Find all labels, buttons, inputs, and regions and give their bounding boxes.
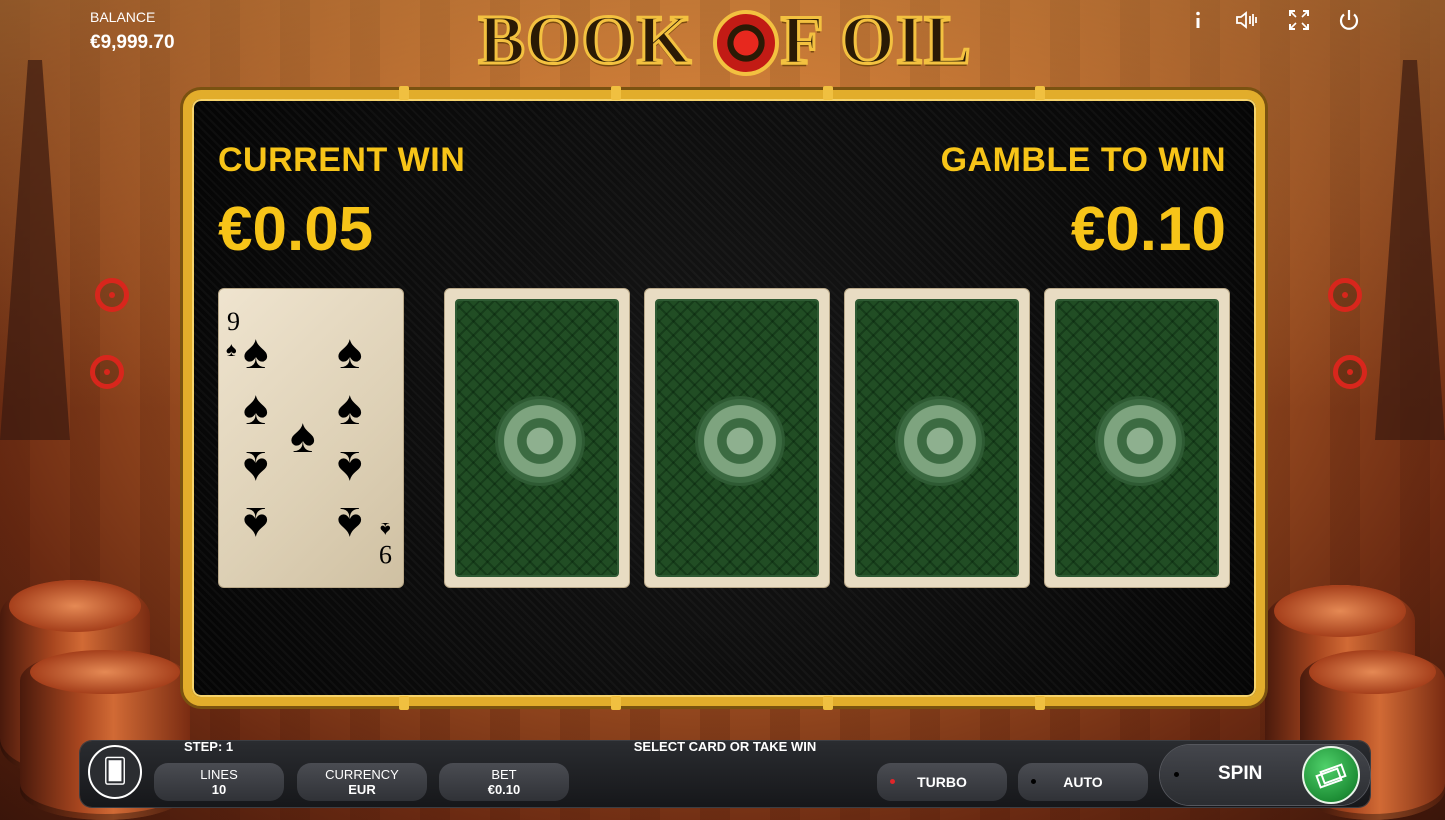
face-down-card-2[interactable] (644, 288, 830, 588)
logo-text-start: BOOK (477, 1, 711, 81)
cards-icon: 🂠 (102, 758, 128, 785)
spade-icon: ♠ (243, 326, 269, 379)
spin-label: SPIN (1218, 763, 1263, 784)
currency-display[interactable]: CURRENCY EUR (297, 763, 427, 801)
lines-label: LINES (200, 767, 238, 782)
frame-bolt (823, 86, 833, 100)
card-back-pattern (855, 299, 1019, 577)
card-back-pattern (1055, 299, 1219, 577)
current-win-value: €0.05 (218, 195, 374, 264)
card-back-pattern (455, 299, 619, 577)
current-win-label: CURRENT WIN (218, 141, 466, 179)
sound-icon[interactable] (1235, 8, 1259, 32)
spade-icon: ♠ (337, 497, 363, 550)
cash-stack-icon (1304, 760, 1358, 797)
spade-icon: ♠ (226, 339, 237, 361)
valve-right-2 (1333, 355, 1367, 389)
power-icon[interactable] (1337, 8, 1361, 32)
valve-left-1 (95, 278, 129, 312)
frame-bolt (1035, 696, 1045, 710)
step-indicator: STEP: 1 (184, 739, 234, 754)
info-icon[interactable] (1186, 8, 1210, 32)
gamble-to-win-label: GAMBLE TO WIN (940, 141, 1226, 179)
spade-icon: ♠ (243, 382, 269, 435)
spin-button[interactable] (1302, 746, 1360, 804)
game-logo: BOOK F OIL (470, 1, 980, 81)
card-back-pattern (655, 299, 819, 577)
face-down-card-4[interactable] (1044, 288, 1230, 588)
frame-bolt (823, 696, 833, 710)
lines-display[interactable]: LINES 10 (154, 763, 284, 801)
currency-label: CURRENCY (325, 767, 399, 782)
turbo-label: TURBO (917, 774, 967, 790)
card-back-emblem-icon (895, 396, 985, 486)
bet-value: €0.10 (487, 782, 521, 797)
frame-bolt (611, 696, 621, 710)
spade-icon: ♠ (380, 518, 391, 540)
auto-toggle[interactable]: AUTO (1018, 763, 1148, 801)
gamble-to-win-value: €0.10 (1070, 195, 1226, 264)
spin-indicator-dot (1174, 772, 1179, 777)
card-back-emblem-icon (495, 396, 585, 486)
spade-icon: ♠ (337, 441, 363, 494)
spade-icon: ♠ (290, 410, 316, 463)
card-back-emblem-icon (695, 396, 785, 486)
frame-bolt (399, 696, 409, 710)
fullscreen-icon[interactable] (1287, 8, 1311, 32)
revealed-card-nine-of-spades: 9 ♠ ♠ ♠ ♠ ♠ ♠ ♠ ♠ ♠ ♠ ♠ 9 (218, 288, 404, 588)
frame-bolt (399, 86, 409, 100)
spade-icon: ♠ (243, 497, 269, 550)
status-message: SELECT CARD OR TAKE WIN (633, 739, 817, 754)
auto-label: AUTO (1063, 774, 1103, 790)
turbo-toggle[interactable]: TURBO (877, 763, 1007, 801)
control-bar: STEP: 1 SELECT CARD OR TAKE WIN 🂠 LINES … (80, 733, 1370, 811)
spade-icon: ♠ (337, 382, 363, 435)
face-down-card-3[interactable] (844, 288, 1030, 588)
card-rank-top: 9 (227, 307, 240, 336)
spin-control[interactable]: SPIN (1160, 745, 1370, 805)
valve-right-1 (1328, 278, 1362, 312)
lines-value: 10 (211, 782, 227, 797)
currency-value: EUR (348, 782, 376, 797)
frame-bolt (611, 86, 621, 100)
bet-display[interactable]: BET €0.10 (439, 763, 569, 801)
balance-label: BALANCE (90, 9, 156, 25)
frame-bolt (1035, 86, 1045, 100)
spade-icon: ♠ (337, 326, 363, 379)
spade-icon: ♠ (243, 441, 269, 494)
card-back-emblem-icon (1095, 396, 1185, 486)
face-down-card-1[interactable] (444, 288, 630, 588)
card-rank-bottom: 9 (379, 540, 392, 569)
balance-value: €9,999.70 (90, 32, 175, 53)
logo-text-end: F OIL (779, 1, 972, 81)
gamble-button[interactable]: 🂠 (88, 745, 142, 799)
bet-label: BET (491, 767, 517, 782)
logo-valve-icon (712, 9, 779, 76)
valve-left-2 (90, 355, 124, 389)
